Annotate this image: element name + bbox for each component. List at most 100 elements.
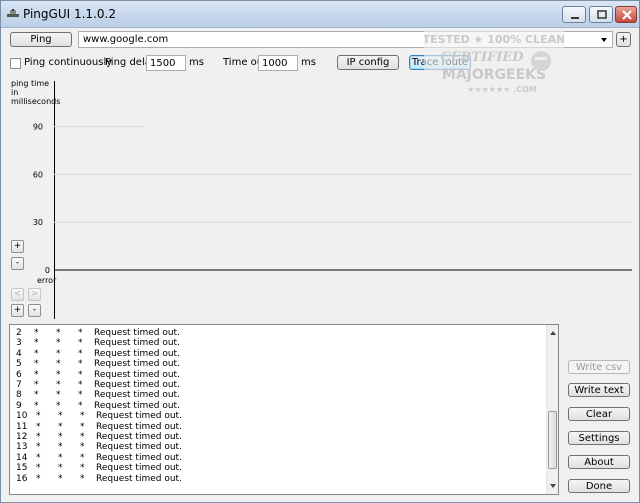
log-message: Request timed out. (94, 400, 180, 411)
chevron-down-icon[interactable] (597, 33, 611, 46)
log-hop2: * (56, 348, 61, 359)
clear-button[interactable]: Clear (568, 407, 630, 421)
log-message: Request timed out. (94, 348, 180, 359)
log-hop2: * (56, 390, 61, 401)
log-hop2: * (58, 421, 63, 432)
y-tick-label-90: 90 (33, 123, 43, 132)
log-hop1: * (34, 328, 39, 338)
log-hop1: * (34, 359, 39, 370)
ping-delay-field[interactable]: 1500 (146, 55, 186, 71)
y-zoom-out-button[interactable]: - (11, 257, 24, 270)
ping-delay-unit: ms (189, 57, 204, 68)
settings-button[interactable]: Settings (568, 431, 630, 445)
log-seq: 4 (16, 348, 22, 359)
log-seq: 11 (16, 421, 28, 432)
host-input[interactable]: www.google.com (83, 34, 168, 45)
ping-log[interactable]: 2 * * * Request timed out. 3 * * * Request timed … (9, 324, 559, 495)
write-csv-button[interactable]: Write csv (568, 360, 630, 374)
svg-text:CERTIFIED: CERTIFIED (440, 50, 524, 65)
window-title: PingGUI 1.1.0.2 (23, 7, 116, 21)
log-seq: 8 (16, 390, 22, 401)
ping-continuously-label: Ping continuously (24, 57, 113, 68)
scroll-up-icon[interactable] (549, 329, 557, 337)
log-seq: 9 (16, 400, 22, 411)
timeout-field[interactable]: 1000 (258, 55, 298, 71)
log-hop3: * (80, 411, 85, 422)
log-message: Request timed out. (96, 473, 182, 484)
scroll-thumb[interactable] (548, 411, 557, 469)
log-hop3: * (78, 328, 83, 338)
log-hop1: * (36, 442, 41, 453)
log-hop1: * (34, 369, 39, 380)
close-icon (622, 10, 632, 20)
log-message: Request timed out. (96, 463, 182, 474)
y-tick-label-0: 0 (45, 266, 50, 275)
log-hop3: * (80, 432, 85, 442)
log-message: Request timed out. (94, 380, 180, 390)
log-hop2: * (58, 463, 63, 474)
log-message: Request timed out. (96, 421, 182, 432)
x-zoom-in-button[interactable]: + (11, 304, 24, 317)
log-seq: 16 (16, 473, 28, 484)
maximize-icon (597, 10, 607, 19)
log-hop3: * (80, 421, 85, 432)
y-zoom-in-button[interactable]: + (11, 240, 24, 253)
y-tick-label-30: 30 (33, 218, 43, 227)
add-host-button[interactable]: + (616, 32, 631, 47)
log-scrollbar[interactable] (546, 325, 558, 494)
title-bar[interactable]: PingGUI 1.1.0.2 (1, 1, 639, 28)
log-seq: 15 (16, 463, 28, 474)
ping-continuously-checkbox[interactable] (10, 58, 21, 69)
minimize-icon (571, 17, 579, 19)
log-hop1: * (36, 432, 41, 442)
log-hop1: * (36, 463, 41, 474)
log-hop3: * (80, 473, 85, 484)
log-message: Request timed out. (94, 369, 180, 380)
log-seq: 6 (16, 369, 22, 380)
svg-text:TESTED ★ 100% CLEAN: TESTED ★ 100% CLEAN (424, 33, 564, 46)
ping-button[interactable]: Ping (10, 32, 72, 47)
done-button[interactable]: Done (568, 479, 630, 493)
log-hop1: * (36, 473, 41, 484)
scroll-left-button[interactable]: < (11, 288, 24, 301)
log-hop2: * (58, 442, 63, 453)
log-seq: 13 (16, 442, 28, 453)
close-button[interactable] (615, 6, 637, 23)
timeout-unit: ms (301, 57, 316, 68)
write-text-button[interactable]: Write text (568, 383, 630, 397)
about-button[interactable]: About (568, 455, 630, 469)
log-hop2: * (56, 328, 61, 338)
log-message: Request timed out. (96, 452, 182, 463)
log-hop2: * (58, 452, 63, 463)
log-hop1: * (36, 452, 41, 463)
maximize-button[interactable] (589, 6, 613, 23)
log-hop1: * (34, 348, 39, 359)
log-hop2: * (58, 473, 63, 484)
log-seq: 2 (16, 328, 22, 338)
log-hop3: * (78, 359, 83, 370)
scroll-down-icon[interactable] (549, 482, 557, 490)
log-message: Request timed out. (96, 442, 182, 453)
log-hop2: * (58, 432, 63, 442)
log-hop3: * (78, 338, 83, 349)
log-seq: 12 (16, 432, 28, 442)
log-seq: 10 (16, 411, 28, 422)
app-window: PingGUI 1.1.0.2 Ping www.google.com + Pi… (0, 0, 640, 503)
log-hop2: * (56, 400, 61, 411)
log-message: Request timed out. (94, 390, 180, 401)
log-hop2: * (56, 369, 61, 380)
log-seq: 5 (16, 359, 22, 370)
log-hop3: * (78, 348, 83, 359)
log-hop1: * (36, 421, 41, 432)
log-hop2: * (56, 338, 61, 349)
log-seq: 14 (16, 452, 28, 463)
log-message: Request timed out. (94, 328, 180, 338)
log-hop3: * (78, 369, 83, 380)
log-seq: 3 (16, 338, 22, 349)
minimize-button[interactable] (562, 6, 586, 23)
error-label: error (37, 276, 57, 285)
scroll-right-button[interactable]: > (28, 288, 41, 301)
ip-config-button[interactable]: IP config (337, 55, 399, 70)
x-zoom-out-button[interactable]: - (28, 304, 41, 317)
ping-chart: 90 60 30 0 (33, 81, 632, 319)
